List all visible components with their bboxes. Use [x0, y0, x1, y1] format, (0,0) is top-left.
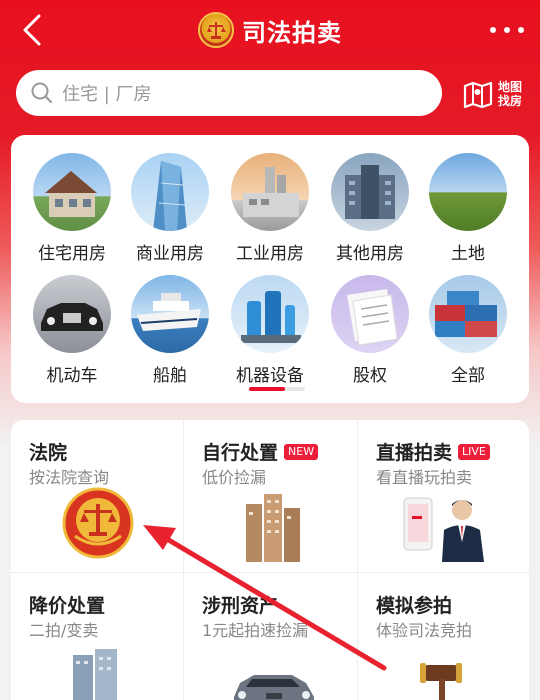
category-card: 住宅用房 商业用房 工业用房 其他用房 土地 机动车 船舶 机器设备 股权 全部	[11, 135, 529, 403]
cell-subtitle: 低价捡漏	[202, 468, 267, 487]
cell-title: 模拟参拍	[376, 595, 453, 617]
cell-title: 降价处置	[29, 595, 106, 617]
map-label-line2: 找房	[498, 94, 523, 108]
top-bar: 司法拍卖	[0, 0, 540, 60]
tower-building-icon	[73, 649, 117, 700]
category-vehicle[interactable]: 机动车	[22, 275, 122, 386]
machinery-photo	[231, 275, 309, 353]
category-industrial[interactable]: 工业用房	[220, 153, 320, 264]
category-label: 其他用房	[336, 244, 404, 264]
more-dots-icon	[490, 27, 496, 33]
live-badge: LIVE	[458, 443, 490, 460]
category-label: 机器设备	[236, 366, 304, 386]
grid-cell-live-auction[interactable]: 直播拍卖 LIVE 看直播玩拍卖	[358, 420, 529, 572]
category-label: 船舶	[153, 366, 187, 386]
category-label: 机动车	[46, 366, 98, 386]
category-label: 股权	[353, 366, 387, 386]
cell-subtitle: 体验司法竞拍	[376, 621, 473, 640]
search-icon	[31, 82, 53, 104]
court-emblem-icon	[198, 12, 234, 48]
cell-subtitle: 看直播玩拍卖	[376, 468, 473, 487]
grid-cell-court[interactable]: 法院 按法院查询	[11, 420, 183, 572]
house-photo	[33, 153, 111, 231]
category-label: 土地	[451, 244, 485, 264]
service-grid: 法院 按法院查询 自行处置 NEW 低价捡漏 直播拍卖 LIVE 看直播玩拍卖 …	[11, 420, 529, 700]
category-other[interactable]: 其他用房	[320, 153, 420, 264]
map-label-line1: 地图	[498, 80, 523, 94]
containers-photo	[429, 275, 507, 353]
title-group: 司法拍卖	[198, 12, 342, 48]
gavel-icon	[420, 663, 462, 700]
category-all[interactable]: 全部	[418, 275, 518, 386]
court-emblem-icon	[62, 487, 134, 559]
more-button[interactable]	[490, 20, 524, 40]
car-photo	[33, 275, 111, 353]
grid-cell-criminal-assets[interactable]: 涉刑资产 1元起拍速捡漏	[184, 573, 356, 700]
page-title: 司法拍卖	[242, 18, 342, 47]
category-label: 商业用房	[136, 244, 204, 264]
factory-photo	[231, 153, 309, 231]
cell-title: 法院	[29, 442, 68, 464]
search-input[interactable]: 住宅 | 厂房	[16, 70, 442, 116]
building-photo	[331, 153, 409, 231]
search-row: 住宅 | 厂房 地图 找房	[16, 70, 526, 118]
suv-car-icon	[234, 675, 314, 700]
category-residential[interactable]: 住宅用房	[22, 153, 122, 264]
land-photo	[429, 153, 507, 231]
back-chevron-icon	[23, 14, 41, 46]
search-placeholder: 住宅 | 厂房	[62, 84, 152, 105]
category-equity[interactable]: 股权	[320, 275, 420, 386]
ship-photo	[131, 275, 209, 353]
category-ship[interactable]: 船舶	[120, 275, 220, 386]
category-land[interactable]: 土地	[418, 153, 518, 264]
cell-title: 涉刑资产	[202, 595, 279, 617]
new-badge: NEW	[284, 443, 319, 460]
category-commercial[interactable]: 商业用房	[120, 153, 220, 264]
category-label: 全部	[451, 366, 485, 386]
live-presenter-icon	[403, 497, 484, 562]
cell-subtitle: 按法院查询	[29, 468, 110, 487]
grid-cell-self-disposal[interactable]: 自行处置 NEW 低价捡漏	[184, 420, 356, 572]
grid-cell-mock-bidding[interactable]: 模拟参拍 体验司法竞拍	[358, 573, 529, 700]
documents-photo	[331, 275, 409, 353]
office-tower-photo	[131, 153, 209, 231]
cell-title: 直播拍卖	[376, 442, 453, 464]
map-search-button[interactable]: 地图 找房	[462, 74, 528, 114]
cell-subtitle: 1元起拍速捡漏	[202, 621, 309, 640]
page-indicator	[249, 387, 305, 391]
cell-title: 自行处置	[202, 442, 279, 464]
page-indicator-fill	[249, 387, 285, 391]
apartment-building-icon	[246, 494, 300, 562]
grid-cell-price-reduction[interactable]: 降价处置 二拍/变卖	[11, 573, 183, 700]
cell-subtitle: 二拍/变卖	[29, 621, 99, 640]
map-icon	[463, 81, 493, 109]
category-label: 工业用房	[236, 244, 304, 264]
category-machinery[interactable]: 机器设备	[220, 275, 320, 386]
category-label: 住宅用房	[38, 244, 106, 264]
back-button[interactable]	[14, 12, 50, 48]
